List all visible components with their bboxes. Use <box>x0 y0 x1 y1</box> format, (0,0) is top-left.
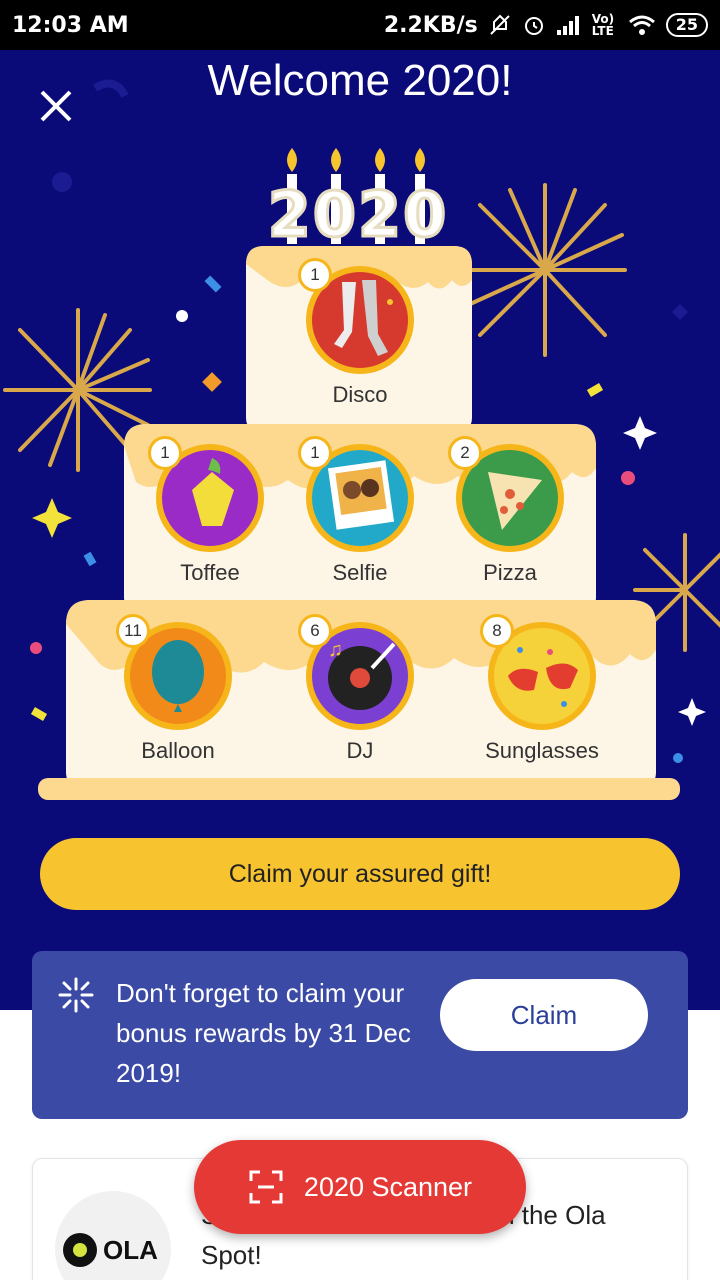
badge-label: Disco <box>332 382 388 407</box>
hero-section: Welcome 2020! 2020 1 Disco 1 Toffee 1 Se… <box>0 50 720 1010</box>
scan-icon <box>249 1170 283 1204</box>
ola-dot-icon <box>63 1233 97 1267</box>
badge-label: Balloon <box>141 738 215 763</box>
signal-icon <box>556 16 579 35</box>
badge-count: 1 <box>298 258 332 292</box>
ola-logo: OLA <box>55 1191 171 1280</box>
svg-text:♫: ♫ <box>328 639 343 661</box>
mute-icon <box>490 14 510 35</box>
badge-balloon[interactable]: 11 Balloon <box>116 614 234 764</box>
badge-label: Selfie <box>332 560 388 585</box>
claim-gift-button[interactable]: Claim your assured gift! <box>40 838 680 910</box>
bonus-message: Don't forget to claim your bonus rewards… <box>116 978 411 1088</box>
badge-sunglasses[interactable]: 8 Sunglasses <box>480 614 599 764</box>
badge-label: Sunglasses <box>485 738 599 763</box>
bonus-card: Don't forget to claim your bonus rewards… <box>32 951 688 1119</box>
badge-label: DJ <box>346 738 374 763</box>
badge-disco[interactable]: 1 Disco <box>298 258 416 408</box>
claim-bonus-button[interactable]: Claim <box>440 979 648 1051</box>
badge-selfie[interactable]: 1 Selfie <box>298 436 416 586</box>
wifi-icon <box>628 15 655 35</box>
badge-count: 1 <box>148 436 182 470</box>
scanner-button[interactable]: 2020 Scanner <box>194 1140 526 1234</box>
scanner-label: 2020 Scanner <box>303 1171 473 1202</box>
badge-count: 2 <box>448 436 482 470</box>
status-bar: 12:03 AM 2.2KB/s Vo) LTE 25 <box>0 0 720 50</box>
sparkle-icon <box>58 977 94 1013</box>
badge-dj[interactable]: 6 ♫ DJ <box>298 614 416 764</box>
badge-label: Toffee <box>180 560 240 585</box>
status-right: 2.2KB/s Vo) LTE 25 <box>384 13 708 38</box>
badge-count: 6 <box>298 614 332 648</box>
alarm-icon <box>524 17 543 35</box>
ola-logo-text: OLA <box>103 1235 158 1265</box>
badge-label: Pizza <box>483 560 537 585</box>
network-type: Vo) LTE <box>591 12 615 38</box>
battery-icon: 25 <box>665 13 708 37</box>
badge-count: 8 <box>480 614 514 648</box>
badge-pizza[interactable]: 2 Pizza <box>448 436 566 586</box>
badge-count: 1 <box>298 436 332 470</box>
net-speed: 2.2KB/s <box>383 12 478 38</box>
status-time: 12:03 AM <box>12 12 129 38</box>
badge-count: 11 <box>116 614 150 648</box>
badge-toffee[interactable]: 1 Toffee <box>148 436 266 586</box>
